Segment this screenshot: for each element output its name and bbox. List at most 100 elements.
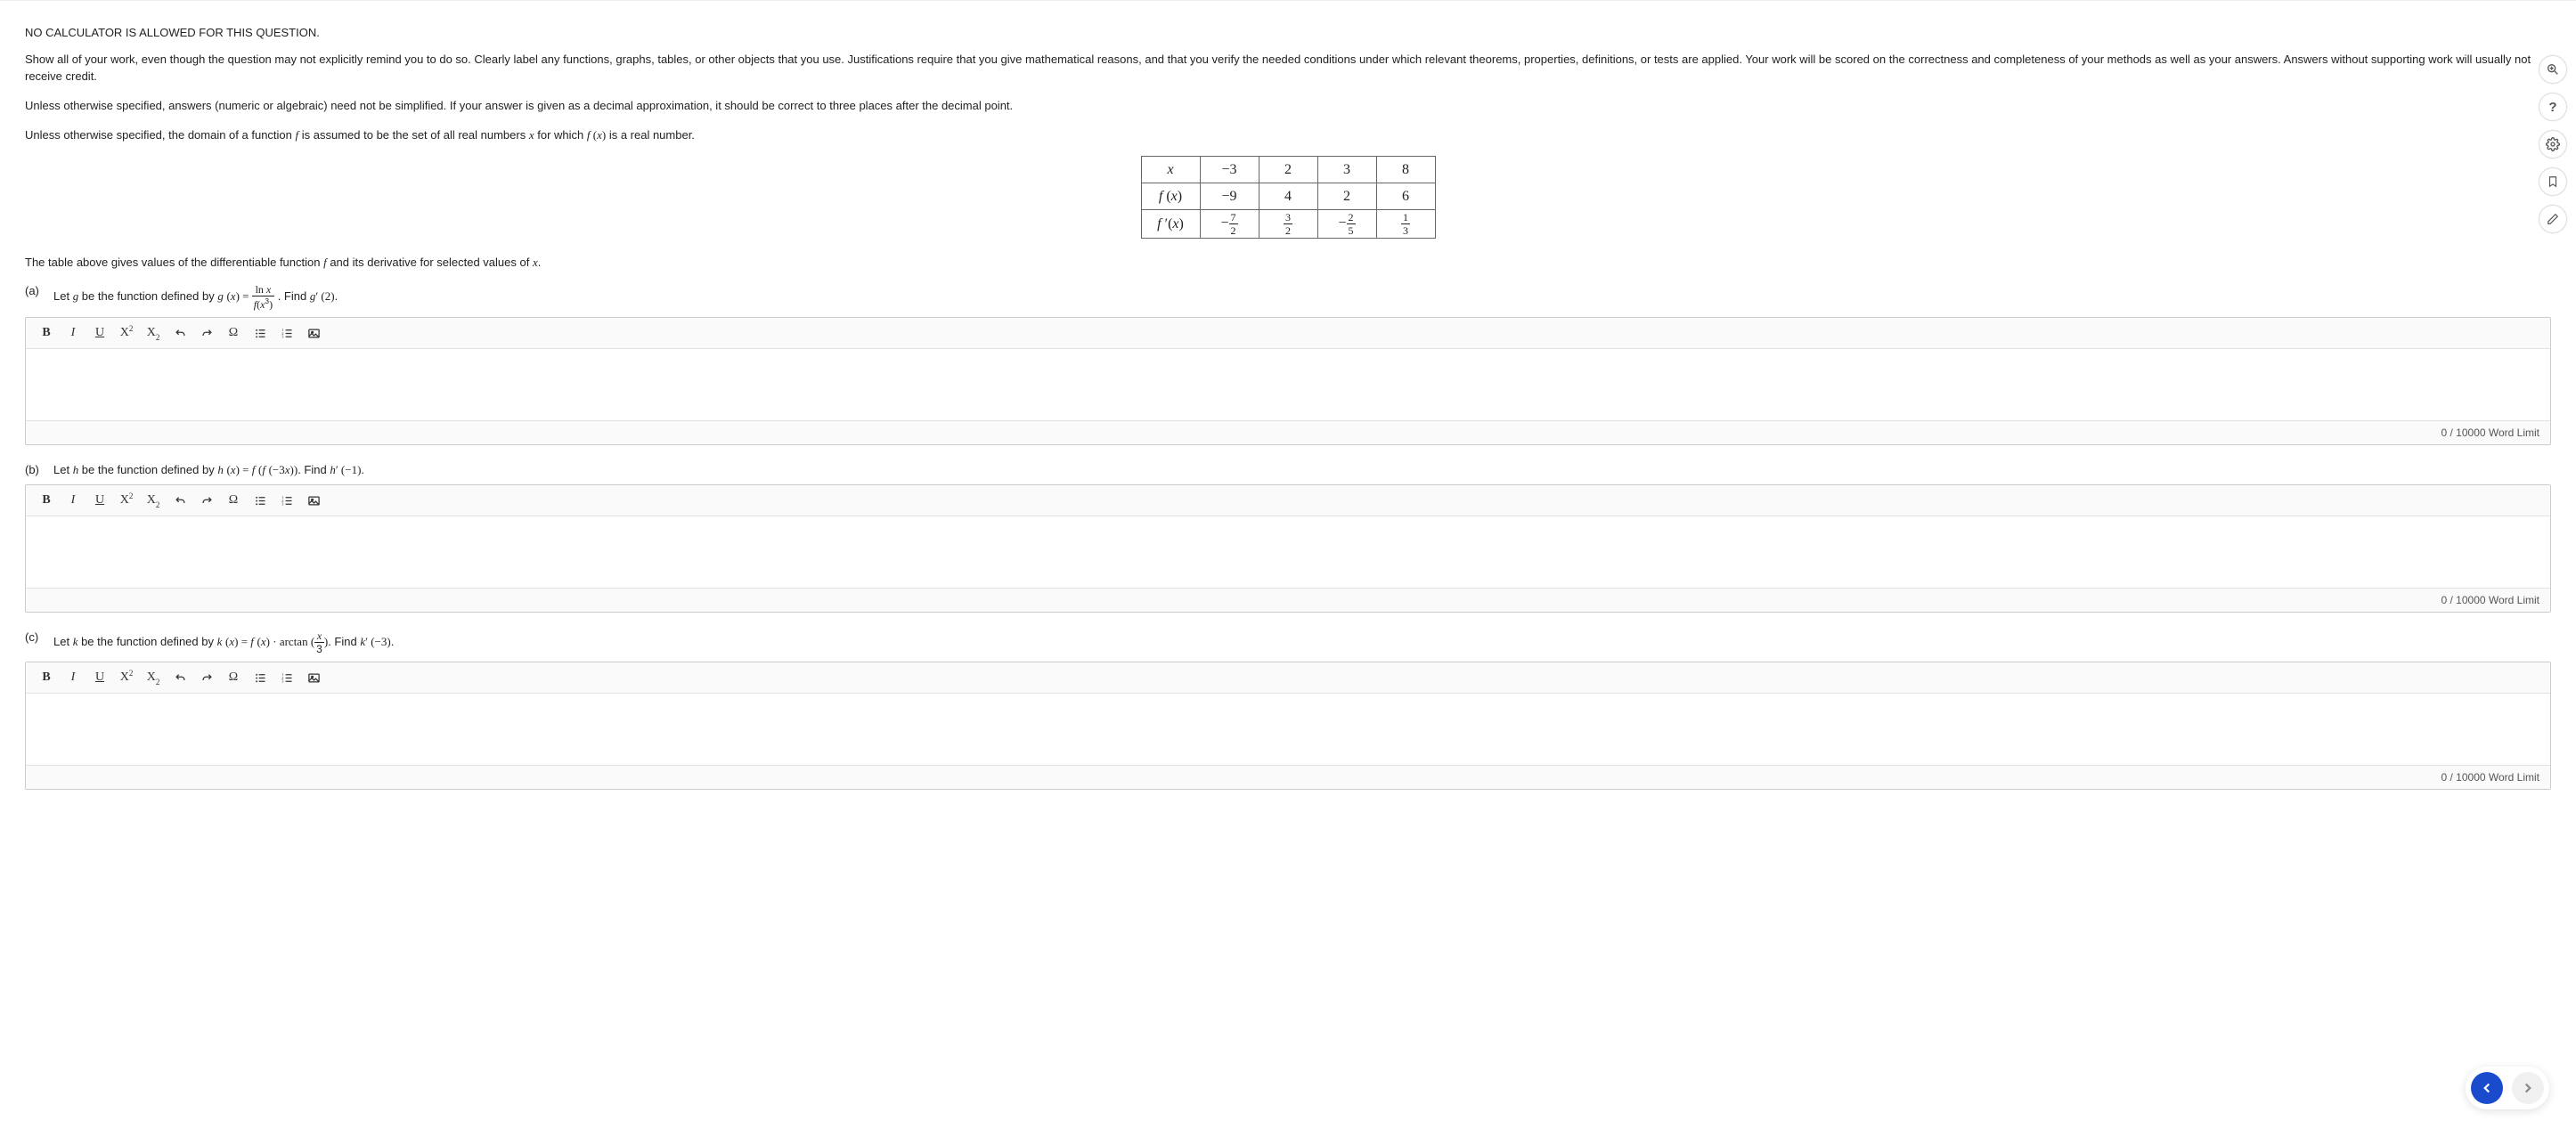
caption-pre: The table above gives values of the diff… [25,256,323,269]
superscript-button[interactable]: X2 [115,321,138,345]
word-limit-footer: 0 / 10000 Word Limit [26,420,2550,444]
pencil-icon [2547,213,2559,225]
redo-button[interactable] [195,666,218,689]
image-button[interactable] [302,321,325,345]
part-b-text: Let h be the function defined by h (x) =… [53,463,2551,477]
table-header-fx: f (x) [1141,183,1200,210]
part-c-text: Let k be the function defined by k (x) =… [53,630,2551,654]
table-caption: The table above gives values of the diff… [25,255,2551,272]
svg-text:3: 3 [281,678,284,683]
help-button[interactable]: ? [2539,93,2567,121]
chevron-right-icon [2520,1080,2536,1096]
subscript-button[interactable]: X2 [142,666,165,689]
function-values-table: x −3 2 3 8 f (x) −9 4 2 6 f ′(x) −72 32 … [1141,156,1436,239]
underline-button[interactable]: U [88,321,111,345]
answer-editor-c: B I U X2 X2 Ω 123 0 / 10000 Word Limit [25,662,2551,790]
bullet-list-button[interactable] [249,489,272,512]
word-limit-footer: 0 / 10000 Word Limit [26,765,2550,789]
prev-question-button[interactable] [2471,1072,2503,1104]
bold-button[interactable]: B [35,489,58,512]
numbered-list-button[interactable]: 123 [275,321,298,345]
instr3-pre: Unless otherwise specified, the domain o… [25,128,296,142]
undo-button[interactable] [168,321,192,345]
answer-editor-a: B I U X2 X2 Ω 123 0 / 10000 Word Limit [25,317,2551,445]
annotate-button[interactable] [2539,205,2567,233]
underline-button[interactable]: U [88,489,111,512]
table-header-fprimex: f ′(x) [1141,210,1200,239]
undo-button[interactable] [168,666,192,689]
table-cell: 6 [1376,183,1435,210]
caption-post: . [538,256,542,269]
subscript-button[interactable]: X2 [142,489,165,512]
part-a: (a) Let g be the function defined by g (… [25,284,2551,310]
instr3-mid2: for which [534,128,587,142]
table-cell: 13 [1376,210,1435,239]
bullet-list-button[interactable] [249,321,272,345]
editor-toolbar: B I U X2 X2 Ω 123 [26,485,2550,516]
underline-button[interactable]: U [88,666,111,689]
svg-text:3: 3 [281,334,284,338]
table-cell: 8 [1376,157,1435,183]
part-c-label: (c) [25,630,45,644]
word-limit-footer: 0 / 10000 Word Limit [26,588,2550,612]
image-button[interactable] [302,666,325,689]
no-calculator-notice: NO CALCULATOR IS ALLOWED FOR THIS QUESTI… [25,26,2551,39]
part-a-label: (a) [25,284,45,297]
settings-button[interactable] [2539,130,2567,158]
table-row: f ′(x) −72 32 −25 13 [1141,210,1435,239]
question-nav [2466,1067,2549,1109]
bold-button[interactable]: B [35,321,58,345]
undo-button[interactable] [168,489,192,512]
instructions-domain: Unless otherwise specified, the domain o… [25,127,2551,144]
bold-button[interactable]: B [35,666,58,689]
instructions-simplify: Unless otherwise specified, answers (num… [25,98,2551,115]
special-char-button[interactable]: Ω [222,489,245,512]
next-question-button[interactable] [2512,1072,2544,1104]
table-cell: −72 [1200,210,1259,239]
subscript-button[interactable]: X2 [142,321,165,345]
table-row: x −3 2 3 8 [1141,157,1435,183]
table-header-x: x [1141,157,1200,183]
table-cell: −9 [1200,183,1259,210]
table-cell: 3 [1317,157,1376,183]
table-cell: 4 [1259,183,1317,210]
redo-button[interactable] [195,321,218,345]
gear-icon [2546,137,2560,151]
numbered-list-button[interactable]: 123 [275,489,298,512]
table-cell: 2 [1259,157,1317,183]
question-page: NO CALCULATOR IS ALLOWED FOR THIS QUESTI… [0,8,2576,843]
table-cell: −3 [1200,157,1259,183]
superscript-button[interactable]: X2 [115,666,138,689]
bullet-list-button[interactable] [249,666,272,689]
special-char-button[interactable]: Ω [222,666,245,689]
redo-button[interactable] [195,489,218,512]
bookmark-button[interactable] [2539,167,2567,196]
instr3-mid1: is assumed to be the set of all real num… [298,128,529,142]
instr3-post: is a real number. [606,128,695,142]
zoom-in-button[interactable] [2539,55,2567,84]
superscript-button[interactable]: X2 [115,489,138,512]
italic-button[interactable]: I [61,489,85,512]
zoom-in-icon [2546,62,2560,77]
table-cell: −25 [1317,210,1376,239]
answer-input-c[interactable] [26,694,2550,765]
italic-button[interactable]: I [61,666,85,689]
italic-button[interactable]: I [61,321,85,345]
special-char-button[interactable]: Ω [222,321,245,345]
instructions-work: Show all of your work, even though the q… [25,52,2551,85]
editor-toolbar: B I U X2 X2 Ω 123 [26,662,2550,694]
bookmark-icon [2547,175,2559,188]
right-rail: ? [2539,55,2567,233]
answer-editor-b: B I U X2 X2 Ω 123 0 / 10000 Word Limit [25,484,2551,613]
editor-toolbar: B I U X2 X2 Ω 123 [26,318,2550,349]
numbered-list-button[interactable]: 123 [275,666,298,689]
part-b-label: (b) [25,463,45,476]
table-cell: 2 [1317,183,1376,210]
image-button[interactable] [302,489,325,512]
answer-input-b[interactable] [26,516,2550,588]
part-c: (c) Let k be the function defined by k (… [25,630,2551,654]
chevron-left-icon [2479,1080,2495,1096]
table-cell: 32 [1259,210,1317,239]
answer-input-a[interactable] [26,349,2550,420]
part-a-text: Let g be the function defined by g (x) =… [53,284,2551,310]
